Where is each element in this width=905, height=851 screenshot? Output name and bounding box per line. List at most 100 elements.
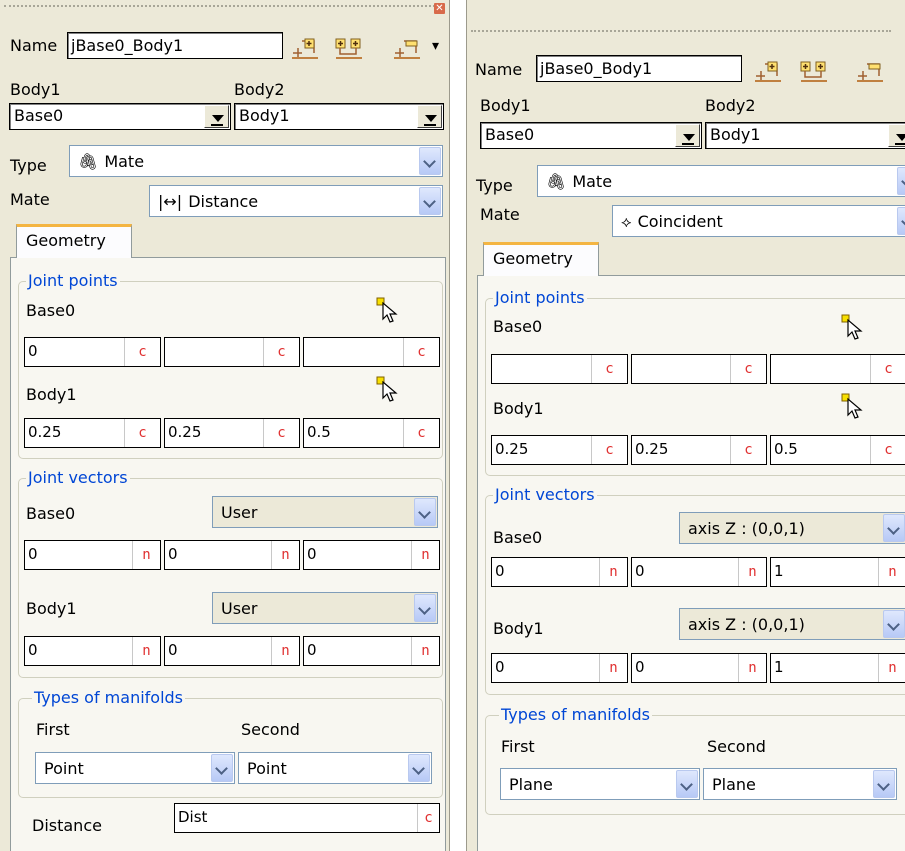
name-input[interactable]: jBase0_Body1 [536, 55, 742, 82]
coord-button[interactable]: c [591, 355, 627, 383]
chevron-down-icon[interactable] [676, 770, 698, 798]
remove-joint-icon[interactable] [855, 59, 885, 83]
select-point-icon[interactable] [376, 297, 398, 323]
coord-button[interactable]: c [403, 338, 439, 366]
body1-vector-y[interactable]: 0n [631, 653, 767, 683]
select-point-icon[interactable] [841, 314, 863, 340]
remove-joint-icon[interactable] [392, 36, 422, 60]
normalize-button[interactable]: n [271, 637, 299, 665]
chevron-down-icon[interactable] [419, 187, 441, 215]
normalize-button[interactable]: n [878, 558, 905, 586]
second-manifold-select[interactable]: Plane [703, 768, 897, 800]
body1-vector-mode-select[interactable]: axis Z : (0,0,1) [679, 608, 905, 640]
type-select[interactable]: 🖇 Mate [537, 165, 905, 197]
chevron-down-icon[interactable] [414, 594, 436, 622]
body1-point-z[interactable]: 0.5 c [770, 435, 905, 465]
coord-button[interactable]: c [730, 355, 766, 383]
coord-button[interactable]: c [124, 338, 160, 366]
base0-point-z[interactable]: c [303, 337, 440, 367]
coord-button[interactable]: c [417, 804, 439, 832]
base0-vector-x[interactable]: 0n [491, 557, 628, 587]
base0-vector-mode-select[interactable]: User [212, 496, 438, 528]
base0-vector-y[interactable]: 0n [164, 540, 300, 570]
body1-vector-y[interactable]: 0n [164, 636, 300, 666]
base0-point-y[interactable]: c [631, 354, 767, 384]
coord-button[interactable]: c [591, 436, 627, 464]
chevron-down-icon[interactable] [417, 105, 442, 128]
chevron-down-icon[interactable] [204, 105, 229, 128]
body2-select[interactable]: Body1 [234, 103, 444, 130]
second-manifold-select[interactable]: Point [238, 752, 432, 784]
overflow-chevron-icon[interactable]: ▾ [432, 38, 439, 54]
body1-vector-x[interactable]: 0n [24, 636, 161, 666]
base0-point-y[interactable]: c [164, 337, 300, 367]
body1-vector-x[interactable]: 0n [491, 653, 628, 683]
distance-input[interactable]: Dist c [174, 803, 440, 833]
coord-button[interactable]: c [870, 355, 905, 383]
chevron-down-icon[interactable] [675, 124, 700, 147]
normalize-button[interactable]: n [738, 654, 766, 682]
chevron-down-icon[interactable] [883, 514, 905, 542]
normalize-button[interactable]: n [599, 654, 627, 682]
body1-vector-mode-select[interactable]: User [212, 592, 438, 624]
base0-point-x[interactable]: c [491, 354, 628, 384]
chevron-down-icon[interactable] [419, 147, 441, 175]
chevron-down-icon[interactable] [888, 124, 905, 147]
mate-select[interactable]: |↔| Distance [149, 185, 443, 217]
base0-point-x[interactable]: 0c [24, 337, 161, 367]
chevron-down-icon[interactable] [408, 754, 430, 782]
base0-point-z[interactable]: c [770, 354, 905, 384]
select-point-icon[interactable] [376, 376, 398, 402]
base0-vector-x[interactable]: 0n [24, 540, 161, 570]
add-multi-joint-icon[interactable] [799, 59, 829, 83]
base0-vector-z[interactable]: 1n [770, 557, 905, 587]
normalize-button[interactable]: n [411, 637, 439, 665]
coord-button[interactable]: c [403, 419, 439, 447]
chevron-down-icon[interactable] [897, 207, 905, 235]
body1-select[interactable]: Base0 [9, 103, 231, 130]
chevron-down-icon[interactable] [414, 498, 436, 526]
panel-grip[interactable] [4, 5, 435, 8]
chevron-down-icon[interactable] [897, 167, 905, 195]
coord-button[interactable]: c [263, 338, 299, 366]
normalize-button[interactable]: n [271, 541, 299, 569]
close-icon[interactable]: ✕ [434, 3, 445, 14]
normalize-button[interactable]: n [738, 558, 766, 586]
base0-vector-mode-select[interactable]: axis Z : (0,0,1) [679, 512, 905, 544]
coord-button[interactable]: c [730, 436, 766, 464]
body1-point-z[interactable]: 0.5 c [303, 418, 440, 448]
coord-button[interactable]: c [870, 436, 905, 464]
tab-geometry[interactable]: Geometry [483, 242, 599, 276]
normalize-button[interactable]: n [132, 541, 160, 569]
body1-vector-z[interactable]: 0n [303, 636, 440, 666]
tab-geometry[interactable]: Geometry [16, 224, 132, 258]
add-joint-icon[interactable] [753, 59, 783, 83]
base0-vector-y[interactable]: 0n [631, 557, 767, 587]
type-select[interactable]: 🖇 Mate [69, 145, 443, 177]
body1-point-x[interactable]: 0.25 c [491, 435, 628, 465]
panel-grip[interactable] [471, 30, 891, 33]
chevron-down-icon[interactable] [211, 754, 233, 782]
body1-select[interactable]: Base0 [480, 122, 702, 149]
body1-point-x[interactable]: 0.25 c [24, 418, 161, 448]
body1-point-y[interactable]: 0.25 c [631, 435, 767, 465]
body1-point-y[interactable]: 0.25 c [164, 418, 300, 448]
add-joint-icon[interactable] [290, 36, 320, 60]
coord-button[interactable]: c [263, 419, 299, 447]
add-multi-joint-icon[interactable] [334, 36, 364, 60]
normalize-button[interactable]: n [599, 558, 627, 586]
chevron-down-icon[interactable] [873, 770, 895, 798]
mate-select[interactable]: ⟡ Coincident [612, 205, 905, 237]
normalize-button[interactable]: n [411, 541, 439, 569]
body1-vector-z[interactable]: 1n [770, 653, 905, 683]
normalize-button[interactable]: n [878, 654, 905, 682]
normalize-button[interactable]: n [132, 637, 160, 665]
base0-vector-z[interactable]: 0n [303, 540, 440, 570]
name-input[interactable]: jBase0_Body1 [67, 32, 283, 59]
chevron-down-icon[interactable] [883, 610, 905, 638]
first-manifold-select[interactable]: Point [35, 752, 235, 784]
coord-button[interactable]: c [124, 419, 160, 447]
first-manifold-select[interactable]: Plane [500, 768, 700, 800]
body2-select[interactable]: Body1 [705, 122, 905, 149]
select-point-icon[interactable] [841, 393, 863, 419]
